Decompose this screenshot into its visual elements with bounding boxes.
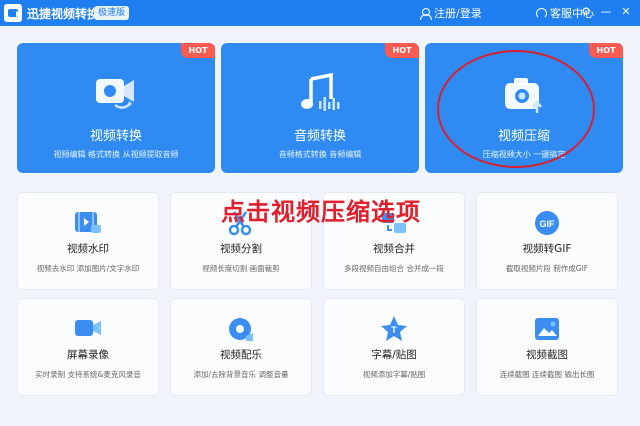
tool-title: 视频配乐 xyxy=(220,349,262,361)
screenshot-icon xyxy=(535,318,559,340)
settings-button[interactable]: ⚙ xyxy=(578,4,594,20)
close-button[interactable]: ✕ xyxy=(618,4,634,20)
hot-badge: HOT xyxy=(589,43,623,58)
user-icon xyxy=(420,7,432,20)
tool-card-screenshot[interactable]: 视频截图 连续截图 连续截图 输出长图 xyxy=(476,298,618,396)
app-logo-icon xyxy=(4,4,22,22)
svg-text:T: T xyxy=(391,325,397,335)
tool-title: 屏幕录像 xyxy=(67,349,109,361)
hot-badge: HOT xyxy=(181,43,215,58)
hot-badge: HOT xyxy=(385,43,419,58)
tool-title: 视频截图 xyxy=(526,349,568,361)
svg-text:GIF: GIF xyxy=(540,219,556,229)
tool-desc: 多段视频自由组合 合并成一段 xyxy=(344,264,444,273)
title-bar: 迅捷视频转换器 极速版 注册/登录 客服中心 ⚙ — ✕ xyxy=(0,0,640,26)
tool-card-subtitle[interactable]: T 字幕/贴图 视频添加字幕/贴图 xyxy=(323,298,465,396)
gear-icon: ⚙ xyxy=(581,5,591,18)
music-note-icon xyxy=(301,72,340,111)
camera-compress-icon xyxy=(505,78,542,113)
film-watermark-icon xyxy=(75,212,101,233)
tool-title: 视频水印 xyxy=(67,243,109,255)
tool-card-gif[interactable]: GIF 视频转GIF 截取视频片段 制作成GIF xyxy=(476,192,618,290)
video-convert-desc: 视频编辑 格式转换 从视频提取音频 xyxy=(53,150,179,159)
login-link[interactable]: 注册/登录 xyxy=(420,5,482,21)
video-convert-title: 视频转换 xyxy=(89,129,142,144)
tool-desc: 截取视频片段 制作成GIF xyxy=(505,264,589,273)
video-compress-desc: 压缩视频大小 一键搞定 xyxy=(482,150,566,159)
music-disc-icon xyxy=(229,318,253,341)
tool-desc: 连续截图 连续截图 输出长图 xyxy=(499,370,595,379)
annotation-caption: 点击视频压缩选项 xyxy=(221,198,421,226)
tool-title: 视频合并 xyxy=(373,243,415,255)
close-icon: ✕ xyxy=(621,5,631,18)
minimize-icon: — xyxy=(600,5,612,18)
subtitle-star-icon: T xyxy=(381,316,407,341)
login-label: 注册/登录 xyxy=(434,7,482,20)
tool-title: 字幕/贴图 xyxy=(371,349,417,361)
tool-card-watermark[interactable]: 视频水印 视频去水印 添加图片/文字水印 xyxy=(17,192,159,290)
audio-convert-card[interactable]: HOT 音频转换 音频格式转换 音频编辑 xyxy=(221,43,419,173)
video-compress-title: 视频压缩 xyxy=(497,129,550,144)
audio-convert-desc: 音频格式转换 音频编辑 xyxy=(278,150,362,159)
video-compress-card[interactable]: HOT 视频压缩 压缩视频大小 一键搞定 xyxy=(425,43,623,173)
video-convert-card[interactable]: HOT 视频转换 视频编辑 格式转换 从视频提取音频 xyxy=(17,43,215,173)
tool-desc: 视频长度切割 画面裁剪 xyxy=(202,264,280,273)
tool-desc: 视频添加字幕/贴图 xyxy=(362,370,426,379)
audio-convert-title: 音频转换 xyxy=(293,129,346,144)
tool-desc: 添加/去除背景音乐 调整音量 xyxy=(193,370,289,379)
gif-icon: GIF xyxy=(535,211,559,235)
minimize-button[interactable]: — xyxy=(598,4,614,20)
tool-desc: 视频去水印 添加图片/文字水印 xyxy=(36,264,140,273)
tool-desc: 实时录制 支持系统&麦克风录音 xyxy=(35,370,141,379)
tool-title: 视频转GIF xyxy=(522,243,572,255)
tool-card-screen-record[interactable]: 屏幕录像 实时录制 支持系统&麦克风录音 xyxy=(17,298,159,396)
tool-card-music[interactable]: 视频配乐 添加/去除背景音乐 调整音量 xyxy=(170,298,312,396)
screen-record-icon xyxy=(75,320,101,336)
headset-icon xyxy=(536,7,547,19)
video-convert-icon xyxy=(96,79,134,109)
tool-title: 视频分割 xyxy=(220,243,262,255)
edition-badge: 极速版 xyxy=(94,6,130,20)
